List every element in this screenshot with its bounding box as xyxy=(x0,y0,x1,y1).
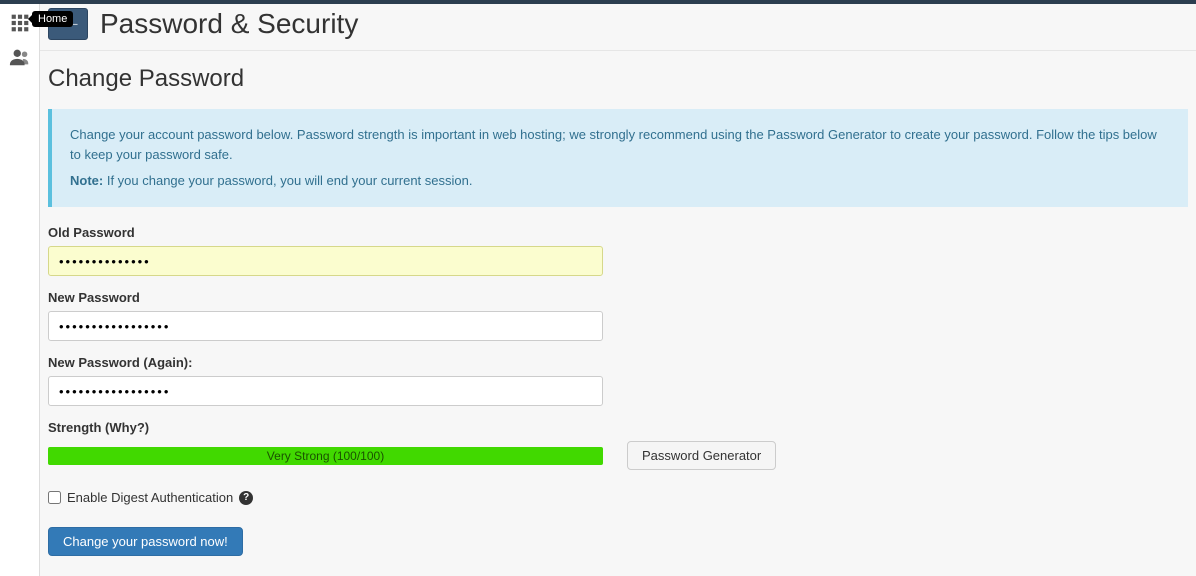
digest-auth-checkbox[interactable] xyxy=(48,491,61,504)
section-title: Change Password xyxy=(48,65,1188,93)
digest-auth-label: Enable Digest Authentication xyxy=(67,490,233,505)
help-icon[interactable]: ? xyxy=(239,491,253,505)
strength-row: Very Strong (100/100) Password Generator xyxy=(48,441,1188,470)
page-title: Password & Security xyxy=(100,8,358,40)
new-password-group: New Password xyxy=(48,290,1188,341)
banner-note: Note: If you change your password, you w… xyxy=(70,171,1170,191)
new-password-label: New Password xyxy=(48,290,1188,305)
banner-line1: Change your account password below. Pass… xyxy=(70,125,1170,165)
old-password-input[interactable] xyxy=(48,246,603,276)
banner-note-text: If you change your password, you will en… xyxy=(103,173,472,188)
users-icon[interactable] xyxy=(9,46,31,68)
digest-auth-row: Enable Digest Authentication ? xyxy=(48,490,1188,505)
content: Change Password Change your account pass… xyxy=(40,51,1196,576)
strength-bar-track: Very Strong (100/100) xyxy=(48,447,603,465)
password-generator-button[interactable]: Password Generator xyxy=(627,441,776,470)
sidebar: Home xyxy=(0,4,40,576)
old-password-label: Old Password xyxy=(48,225,1188,240)
layout: Home ***– Password & Security Change Pas… xyxy=(0,4,1196,576)
new-password-again-group: New Password (Again): xyxy=(48,355,1188,406)
strength-bar-fill: Very Strong (100/100) xyxy=(48,447,603,465)
main: ***– Password & Security Change Password… xyxy=(40,4,1196,576)
info-banner: Change your account password below. Pass… xyxy=(48,109,1188,207)
page-header: ***– Password & Security xyxy=(40,4,1196,51)
strength-group: Strength (Why?) Very Strong (100/100) Pa… xyxy=(48,420,1188,470)
new-password-again-input[interactable] xyxy=(48,376,603,406)
submit-button[interactable]: Change your password now! xyxy=(48,527,243,556)
strength-label: Strength (Why?) xyxy=(48,420,1188,435)
new-password-again-label: New Password (Again): xyxy=(48,355,1188,370)
old-password-group: Old Password xyxy=(48,225,1188,276)
home-tooltip: Home xyxy=(32,11,73,27)
new-password-input[interactable] xyxy=(48,311,603,341)
banner-note-label: Note: xyxy=(70,173,103,188)
